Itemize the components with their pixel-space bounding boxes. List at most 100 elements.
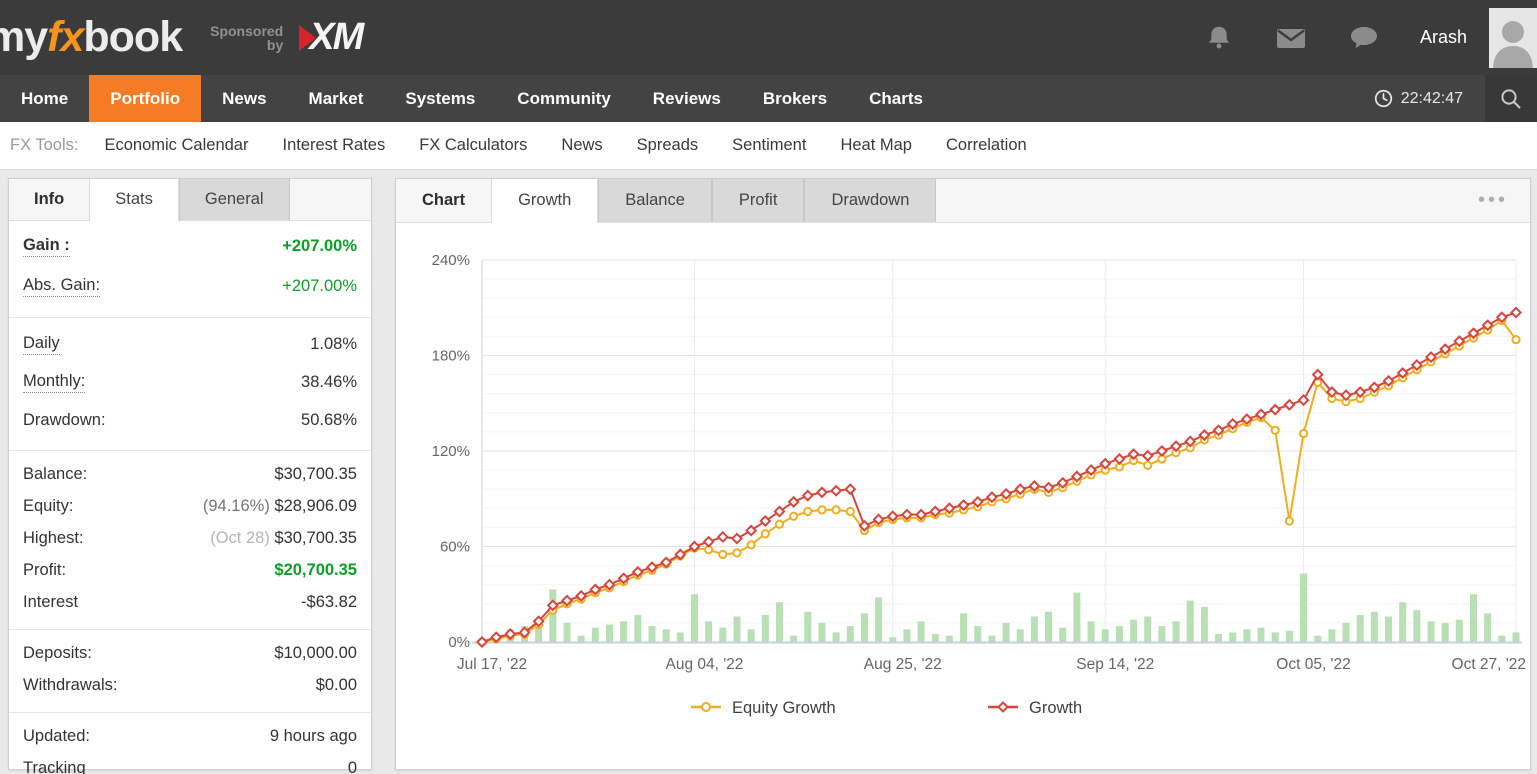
stat-row-abs-gain: Abs. Gain: +207.00% [23, 266, 357, 306]
fx-tool-sentiment[interactable]: Sentiment [732, 136, 806, 155]
nav-item-portfolio[interactable]: Portfolio [89, 75, 202, 122]
stat-label-withdrawals: Withdrawals: [23, 675, 118, 694]
nav-item-charts[interactable]: Charts [848, 75, 944, 122]
y-axis-label: 120% [432, 443, 470, 460]
chart-tab-balance[interactable]: Balance [598, 179, 712, 222]
stat-row-monthly: Monthly: 38.46% [23, 363, 357, 401]
stat-label-monthly: Monthly: [23, 372, 86, 393]
chart-tabrow: Chart Growth Balance Profit Drawdown ••• [396, 179, 1530, 223]
fx-tool-correlation[interactable]: Correlation [946, 136, 1027, 155]
fx-tool-heat-map[interactable]: Heat Map [840, 136, 912, 155]
svg-text:Equity Growth: Equity Growth [732, 699, 836, 717]
stats-body: Gain : +207.00% Abs. Gain: +207.00% Daily 1.0… [9, 221, 371, 774]
stat-value-tracking: 0 [347, 758, 357, 774]
x-axis-label: Oct 27, '22 [1452, 656, 1526, 673]
nav-item-news[interactable]: News [201, 75, 287, 122]
chat-icon[interactable] [1348, 22, 1380, 54]
bell-icon[interactable] [1204, 22, 1234, 54]
stats-group: Gain : +207.00% Abs. Gain: +207.00% [9, 221, 371, 311]
stat-value-balance: $30,700.35 [274, 464, 357, 483]
chart-legend: Equity Growth Growth [691, 699, 1082, 717]
stat-value-equity: (94.16%) $28,906.09 [202, 496, 357, 515]
legend-growth[interactable]: Growth [988, 699, 1082, 717]
main-nav: Home Portfolio News Market Systems Community R… [0, 75, 1537, 122]
myfxbook-logo[interactable]: myfxbook [0, 13, 183, 62]
divider [9, 629, 371, 630]
x-axis-label: Jul 17, '22 [457, 656, 527, 673]
fx-tools-label: FX Tools: [10, 136, 79, 154]
stats-group: Balance: $30,700.35 Equity: (94.16%) $28,90… [9, 453, 371, 623]
top-header: myfxbook Sponsored by XM Arash [0, 0, 1537, 75]
more-menu-icon[interactable]: ••• [1478, 189, 1508, 212]
myfxbook-page: myfxbook Sponsored by XM Arash Home Port… [0, 0, 1537, 774]
nav-item-systems[interactable]: Systems [384, 75, 496, 122]
x-axis-label: Oct 05, '22 [1276, 656, 1350, 673]
tab-info[interactable]: Info [9, 179, 89, 220]
stat-row-drawdown: Drawdown: 50.68% [23, 401, 357, 439]
stat-row-gain: Gain : +207.00% [23, 226, 357, 266]
stat-value-interest: -$63.82 [301, 592, 357, 611]
sponsored-by-label: Sponsored by [210, 22, 284, 53]
y-axis-labels: 0% 60% 120% 180% 240% [432, 252, 470, 651]
stat-value-prefix-equity: (94.16%) [202, 496, 275, 515]
volume-bars [478, 573, 1520, 642]
stat-row-tracking: Tracking 0 [23, 752, 357, 774]
stat-value-drawdown: 50.68% [301, 410, 357, 429]
chart-tab-profit[interactable]: Profit [711, 179, 805, 222]
x-axis-label: Sep 14, '22 [1076, 656, 1154, 673]
nav-item-reviews[interactable]: Reviews [632, 75, 742, 122]
y-axis-label: 180% [432, 348, 470, 365]
xm-text: XM [309, 16, 364, 58]
stat-row-deposits: Deposits: $10,000.00 [23, 637, 357, 669]
divider [9, 712, 371, 713]
series-growth [475, 306, 1523, 649]
y-axis-label: 60% [440, 539, 470, 556]
tab-stats[interactable]: Stats [89, 179, 179, 221]
mail-icon[interactable] [1274, 22, 1308, 54]
fx-tool-spreads[interactable]: Spreads [637, 136, 698, 155]
search-button[interactable] [1485, 75, 1537, 122]
fx-tool-news[interactable]: News [561, 136, 602, 155]
fx-tool-interest-rates[interactable]: Interest Rates [282, 136, 385, 155]
nav-item-community[interactable]: Community [496, 75, 632, 122]
growth-chart[interactable]: 0% 60% 120% 180% 240% Jul 17, '22 Aug 04, '22 A… [396, 223, 1530, 774]
avatar[interactable] [1489, 7, 1537, 68]
chart-tab-chart[interactable]: Chart [396, 179, 491, 222]
divider [9, 317, 371, 318]
legend-equity-growth[interactable]: Equity Growth [691, 699, 836, 717]
stat-label-gain: Gain : [23, 236, 70, 257]
stat-row-interest: Interest -$63.82 [23, 586, 357, 618]
search-icon [1501, 88, 1521, 109]
account-stats-card: Info Stats General Gain : +207.00% Abs. Gain… [8, 178, 372, 774]
x-axis-labels: Jul 17, '22 Aug 04, '22 Aug 25, '22 Sep 14,… [457, 656, 1526, 673]
stat-label-drawdown: Drawdown: [23, 410, 106, 429]
username[interactable]: Arash [1420, 27, 1467, 48]
stat-label-daily: Daily [23, 334, 60, 355]
stats-group: Updated: 9 hours ago Tracking 0 [9, 715, 371, 774]
stat-row-profit: Profit: $20,700.35 [23, 554, 357, 586]
fx-tool-economic-calendar[interactable]: Economic Calendar [104, 136, 248, 155]
stat-value-deposits: $10,000.00 [274, 643, 357, 662]
chart-tab-growth[interactable]: Growth [491, 179, 599, 223]
time-text: 22:42:47 [1400, 89, 1463, 107]
nav-item-brokers[interactable]: Brokers [742, 75, 848, 122]
stat-value-highest: (Oct 28) $30,700.35 [210, 528, 357, 547]
xm-logo[interactable]: XM [299, 16, 364, 59]
clock-icon [1374, 89, 1392, 108]
stat-label-abs-gain: Abs. Gain: [23, 276, 101, 297]
stat-label-profit: Profit: [23, 560, 67, 579]
server-time: 22:42:47 [1374, 89, 1463, 108]
series-equity-growth [477, 315, 1521, 647]
growth-chart-svg: 0% 60% 120% 180% 240% Jul 17, '22 Aug 04, '22 A… [432, 252, 1526, 717]
chart-tab-drawdown[interactable]: Drawdown [804, 179, 937, 222]
x-axis-label: Aug 04, '22 [665, 656, 743, 673]
logo-my: my [0, 13, 48, 61]
fx-tool-fx-calculators[interactable]: FX Calculators [419, 136, 527, 155]
divider [9, 450, 371, 451]
nav-item-home[interactable]: Home [0, 75, 89, 122]
growth-chart-card: Chart Growth Balance Profit Drawdown ••• 0% 6… [395, 178, 1531, 770]
tab-general[interactable]: General [178, 179, 290, 220]
y-axis-label: 240% [432, 252, 470, 269]
fx-tools-bar: FX Tools: Economic Calendar Interest Rate… [0, 122, 1537, 170]
nav-item-market[interactable]: Market [288, 75, 385, 122]
